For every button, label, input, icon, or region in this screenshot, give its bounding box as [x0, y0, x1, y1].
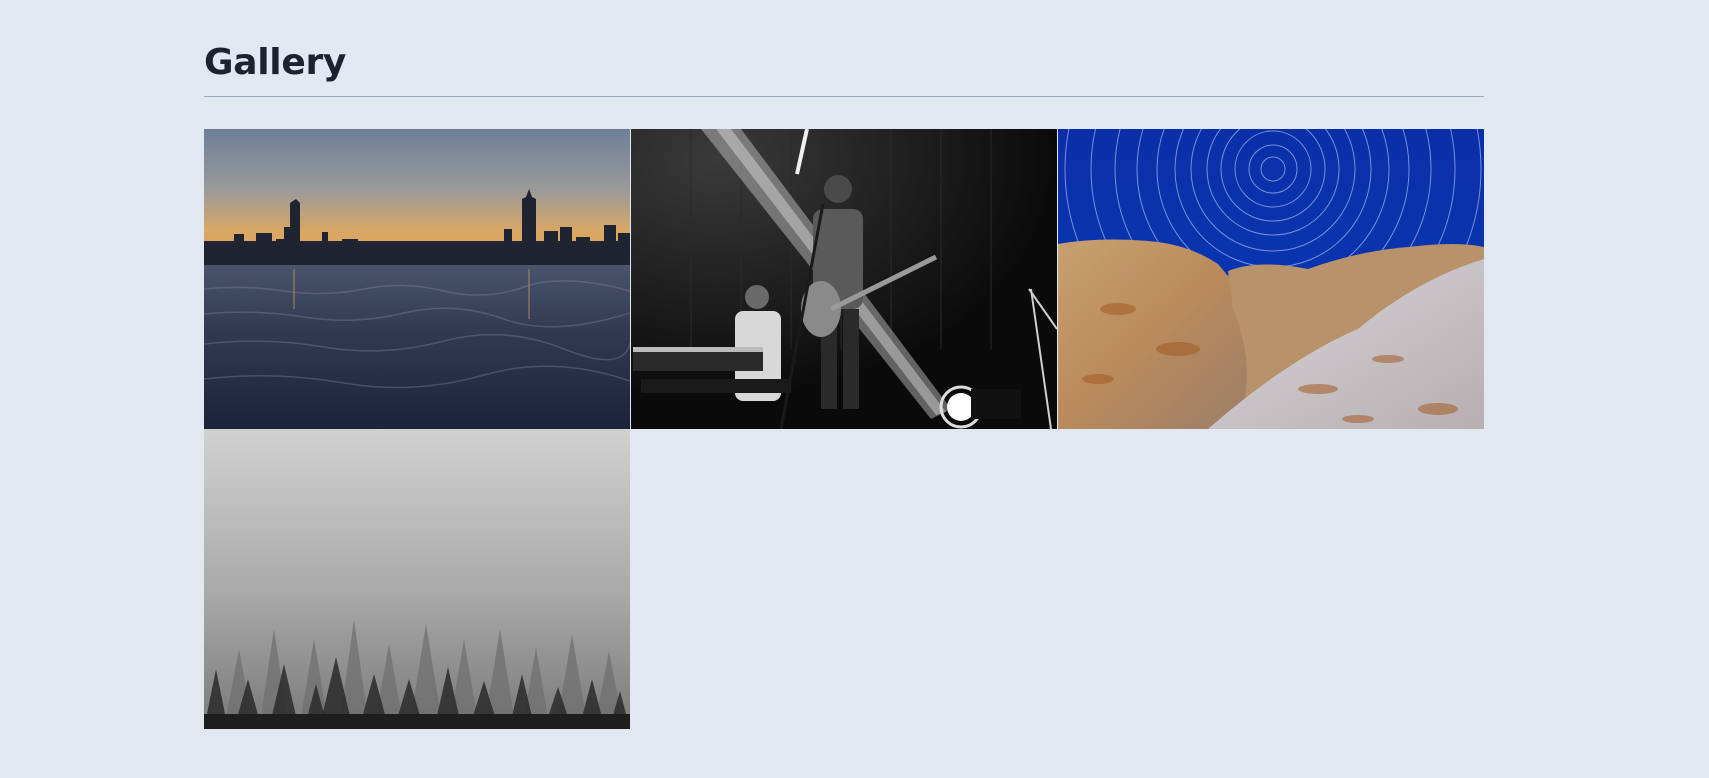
gallery-item-star-trails[interactable]	[1058, 129, 1484, 429]
gallery-item-concert-stage[interactable]	[631, 129, 1057, 429]
concert-stage-image	[631, 129, 1057, 429]
title-divider	[204, 96, 1484, 97]
gallery-item-foggy-forest[interactable]	[204, 429, 630, 729]
gallery-item-city-skyline[interactable]	[204, 129, 630, 429]
star-trails-image	[1058, 129, 1484, 429]
gallery-grid	[204, 129, 1484, 729]
gallery-page: Gallery	[204, 38, 1484, 729]
page-title: Gallery	[204, 42, 347, 83]
city-skyline-image	[204, 129, 630, 429]
foggy-forest-image	[204, 429, 630, 729]
